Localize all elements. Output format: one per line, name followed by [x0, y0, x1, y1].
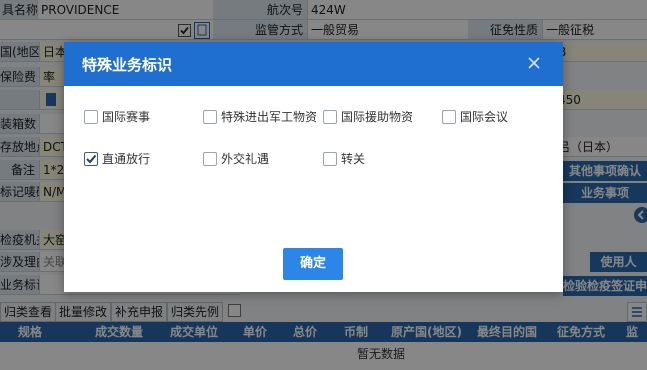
option-label: 国际会议: [460, 110, 509, 124]
special-business-dialog: 特殊业务标识 国际赛事 特殊进出军工物资 国际援助物资 国际会议 直通放行 外交…: [64, 42, 563, 292]
checkbox[interactable]: [84, 110, 98, 124]
close-icon[interactable]: [524, 53, 544, 73]
confirm-button[interactable]: 确定: [283, 248, 343, 280]
option-label: 外交礼遇: [221, 152, 270, 166]
dialog-title: 特殊业务标识: [82, 56, 173, 74]
checkbox[interactable]: [442, 110, 456, 124]
option-label: 国际援助物资: [341, 110, 414, 124]
checkbox[interactable]: [203, 152, 217, 166]
checkbox[interactable]: [203, 110, 217, 124]
option-label: 直通放行: [102, 152, 151, 166]
option-label: 国际赛事: [102, 110, 151, 124]
option-label: 特殊进出军工物资: [221, 110, 318, 124]
checkbox-checked[interactable]: [84, 152, 98, 166]
checkbox[interactable]: [323, 110, 337, 124]
option-label: 转关: [341, 152, 366, 166]
checkbox[interactable]: [323, 152, 337, 166]
dialog-header: 特殊业务标识: [64, 42, 563, 86]
